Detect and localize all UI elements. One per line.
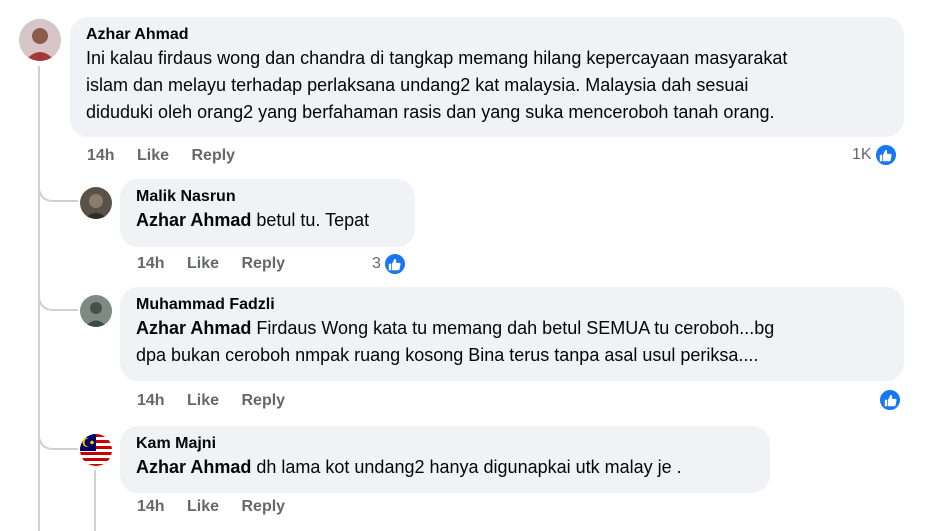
sub-thread-line (94, 470, 96, 531)
timestamp[interactable]: 14h (137, 498, 165, 515)
reply-button[interactable]: Reply (242, 255, 286, 272)
like-button[interactable]: Like (137, 147, 169, 164)
profile-photo (80, 187, 112, 219)
malaysia-flag-icon (80, 434, 112, 466)
avatar[interactable] (19, 19, 61, 61)
like-button[interactable]: Like (187, 498, 219, 515)
reply-connector (38, 289, 78, 311)
timestamp[interactable]: 14h (87, 147, 115, 164)
like-reaction-icon (873, 143, 898, 167)
reply-bubble: Malik Nasrun Azhar Ahmad betul tu. Tepat (120, 179, 415, 247)
comment-author[interactable]: Azhar Ahmad (86, 25, 892, 45)
reply-connector (38, 180, 78, 202)
mention-link[interactable]: Azhar Ahmad (136, 318, 251, 338)
avatar[interactable] (80, 295, 112, 327)
comment-actions: 14h Like Reply (87, 147, 253, 165)
reply-connector (38, 428, 78, 450)
profile-photo (19, 19, 61, 61)
timestamp[interactable]: 14h (137, 392, 165, 409)
reaction-count: 3 (372, 255, 381, 272)
comment-text: Azhar Ahmad dh lama kot undang2 hanya di… (136, 457, 682, 477)
comment-text: Azhar Ahmad Firdaus Wong kata tu memang … (136, 318, 775, 365)
reaction-count: 1K (852, 146, 872, 163)
comment-text: Azhar Ahmad betul tu. Tepat (136, 210, 370, 230)
like-reaction-icon (878, 388, 902, 412)
mention-link[interactable]: Azhar Ahmad (136, 457, 251, 477)
reply-bubble: Muhammad Fadzli Azhar Ahmad Firdaus Wong… (120, 287, 904, 381)
mention-link[interactable]: Azhar Ahmad (136, 210, 251, 230)
comment-author[interactable]: Muhammad Fadzli (136, 295, 892, 315)
reply-button[interactable]: Reply (192, 147, 236, 164)
comment-actions: 14h Like Reply (137, 498, 303, 516)
reaction-summary[interactable]: 1K (852, 143, 898, 167)
comment-author[interactable]: Kam Majni (136, 434, 758, 454)
like-reaction-icon (382, 252, 407, 276)
avatar[interactable] (80, 434, 112, 466)
reply-bubble: Kam Majni Azhar Ahmad dh lama kot undang… (120, 426, 770, 493)
reaction-summary[interactable] (876, 388, 902, 412)
like-button[interactable]: Like (187, 392, 219, 409)
comment-bubble: Azhar Ahmad Ini kalau firdaus wong dan c… (70, 17, 904, 137)
comment-actions: 14h Like Reply (137, 255, 303, 273)
comment-text: Ini kalau firdaus wong dan chandra di ta… (86, 48, 788, 122)
comment-actions: 14h Like Reply (137, 392, 303, 410)
reply-button[interactable]: Reply (242, 498, 286, 515)
avatar[interactable] (80, 187, 112, 219)
timestamp[interactable]: 14h (137, 255, 165, 272)
profile-photo (80, 295, 112, 327)
reply-button[interactable]: Reply (242, 392, 286, 409)
reaction-summary[interactable]: 3 (372, 252, 407, 276)
comment-author[interactable]: Malik Nasrun (136, 187, 403, 207)
like-button[interactable]: Like (187, 255, 219, 272)
